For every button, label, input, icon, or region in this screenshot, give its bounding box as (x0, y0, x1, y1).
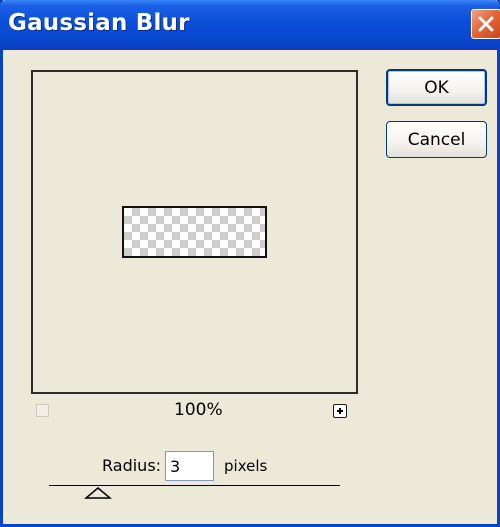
radius-label: Radius: (102, 456, 162, 475)
ok-button[interactable]: OK (386, 69, 487, 106)
zoom-out-button[interactable] (36, 404, 49, 417)
cancel-button[interactable]: Cancel (386, 121, 487, 158)
slider-thumb-icon[interactable] (84, 487, 112, 499)
zoom-in-button[interactable] (333, 404, 347, 418)
preview-image (122, 206, 267, 258)
radius-slider-track[interactable] (49, 485, 340, 486)
close-button[interactable] (471, 9, 500, 39)
radius-input[interactable] (165, 451, 214, 481)
dialog-title: Gaussian Blur (8, 10, 190, 36)
radius-units: pixels (224, 457, 268, 475)
close-icon (478, 16, 494, 32)
zoom-level: 100% (174, 400, 223, 420)
title-bar[interactable]: Gaussian Blur (0, 0, 500, 50)
